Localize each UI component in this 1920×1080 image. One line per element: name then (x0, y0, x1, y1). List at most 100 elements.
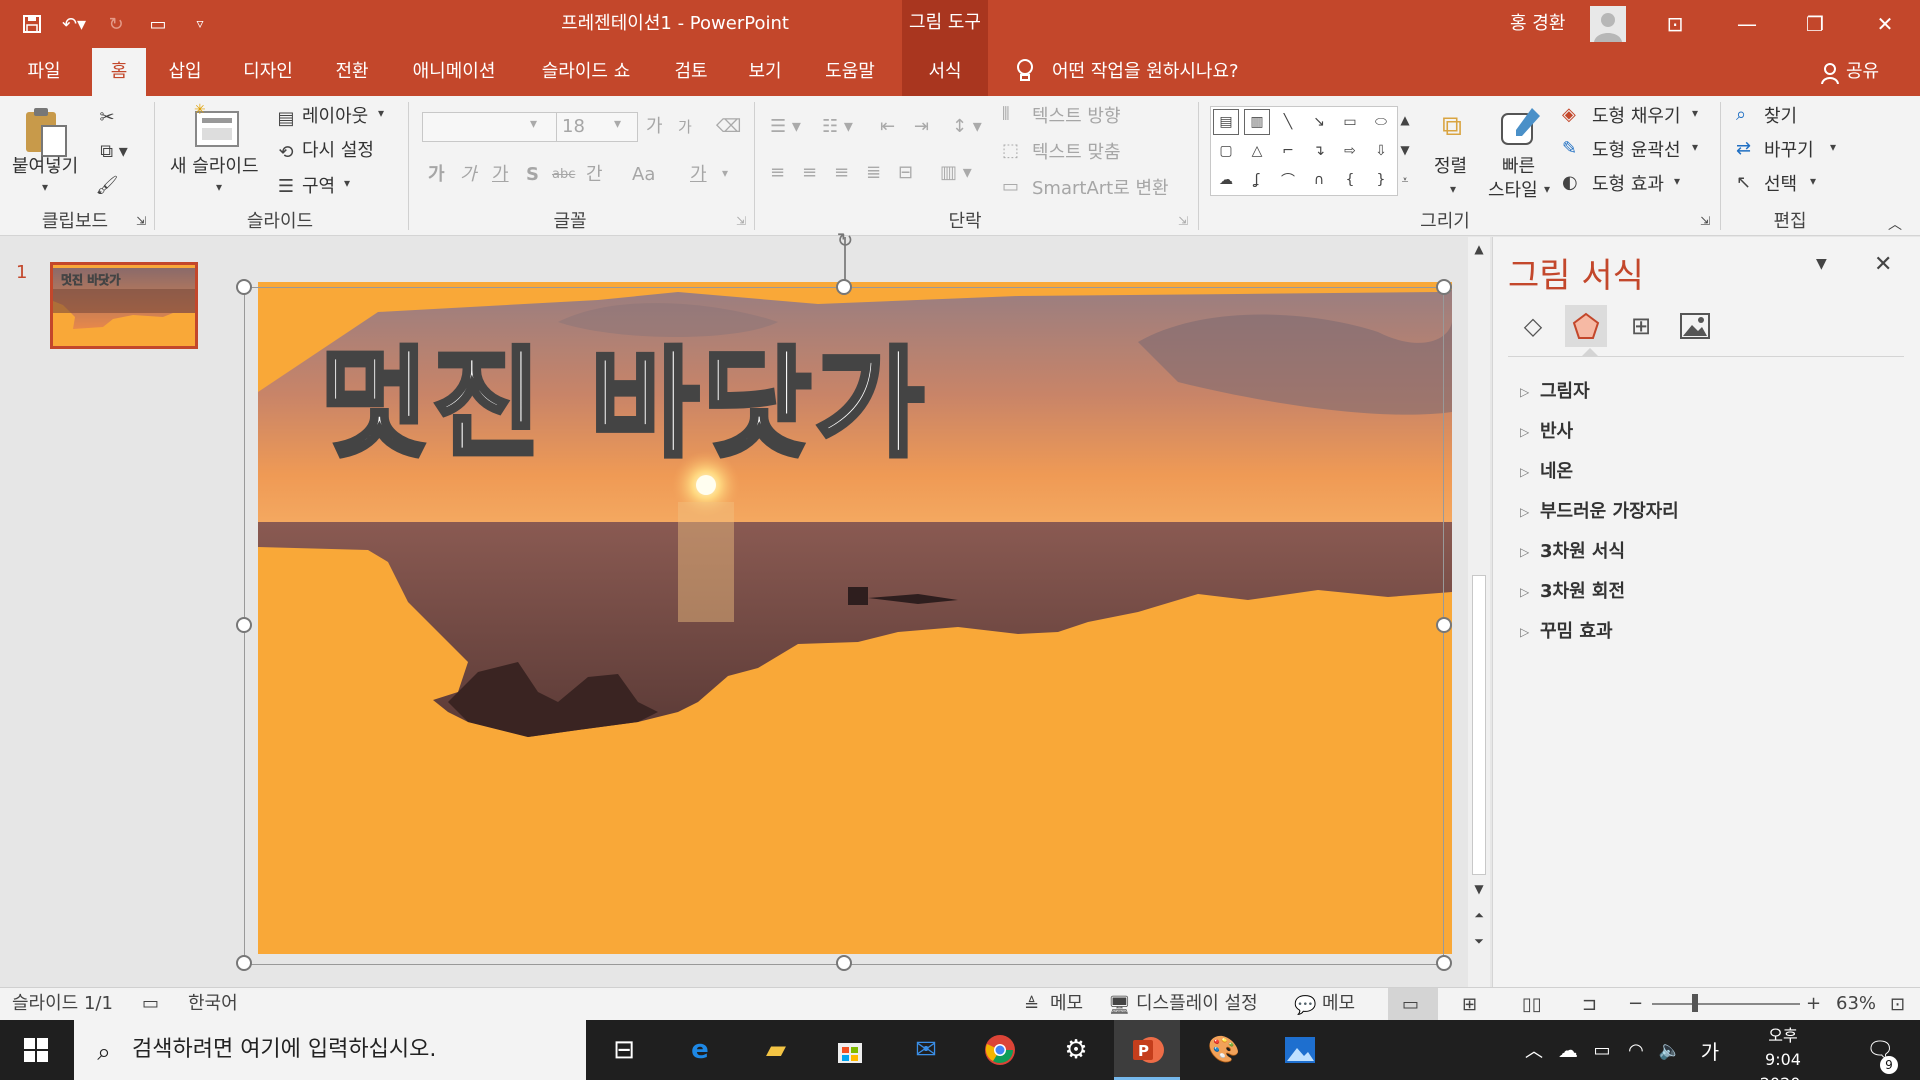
font-name-dropdown-icon[interactable]: ▾ (530, 116, 537, 132)
quick-styles-label-2[interactable]: 스타일 (1488, 178, 1538, 204)
clear-formatting-icon[interactable]: ⌫ (716, 116, 741, 137)
mail-icon[interactable]: ✉ (904, 1030, 948, 1070)
font-color-dropdown-icon[interactable]: ▾ (722, 166, 728, 180)
reset-icon[interactable]: ⟲ (274, 140, 298, 164)
resize-handle-bottom[interactable] (836, 955, 852, 971)
user-name[interactable]: 홍 경환 (1510, 0, 1565, 48)
size-properties-tab-icon[interactable]: ⊞ (1620, 305, 1662, 347)
start-from-beginning-icon[interactable]: ▭ (144, 10, 172, 38)
slideshow-view-icon[interactable]: ⊐ (1582, 994, 1597, 1015)
file-explorer-icon[interactable]: ▰ (754, 1030, 798, 1070)
collapse-ribbon-icon[interactable]: ︿ (1888, 214, 1902, 234)
underline-button[interactable]: 가 (492, 162, 509, 188)
slide-thumbnail[interactable]: 멋진 바닷가 (50, 262, 198, 349)
fill-line-tab-icon[interactable]: ◇ (1512, 305, 1554, 347)
section-button[interactable]: 구역 (302, 174, 335, 200)
language-status[interactable]: 한국어 (188, 987, 238, 1020)
customize-qat-icon[interactable]: ▿ (186, 10, 214, 38)
expand-arrow-icon[interactable]: ▷ (1520, 618, 1529, 646)
textbox-shape-icon[interactable]: ▤ (1213, 109, 1239, 135)
arc-shape-icon[interactable]: ⌒ (1275, 167, 1301, 193)
numbering-icon[interactable]: ☷ ▾ (822, 116, 853, 137)
change-case-button[interactable]: Aa (632, 162, 655, 188)
tab-slideshow[interactable]: 슬라이드 쇼 (524, 48, 648, 96)
ribbon-display-options-icon[interactable]: ⊡ (1640, 0, 1710, 48)
zoom-in-icon[interactable]: + (1806, 987, 1821, 1020)
resize-handle-bottom-left[interactable] (236, 955, 252, 971)
line-spacing-icon[interactable]: ↕ ▾ (952, 116, 982, 137)
section-dropdown-icon[interactable]: ▾ (344, 176, 350, 190)
taskbar-search-input[interactable]: 검색하려면 여기에 입력하십시오. (132, 1020, 436, 1080)
format-painter-icon[interactable]: 🖌 (94, 172, 120, 198)
oval-shape-icon[interactable]: ⬭ (1368, 109, 1394, 135)
scroll-down-icon[interactable]: ▼ (1470, 880, 1488, 898)
avatar[interactable] (1590, 6, 1626, 42)
bold-button[interactable]: 가 (428, 162, 445, 188)
scroll-thumb[interactable] (1472, 575, 1486, 875)
select-button[interactable]: 선택 (1764, 172, 1797, 198)
align-right-icon[interactable]: ≡ (834, 162, 849, 183)
zoom-level[interactable]: 63% (1836, 987, 1876, 1020)
resize-handle-bottom-right[interactable] (1436, 955, 1452, 971)
arrange-button[interactable]: 정렬 (1434, 154, 1467, 180)
tab-design[interactable]: 디자인 (228, 48, 308, 96)
find-icon[interactable]: ⌕ (1736, 104, 1746, 125)
zoom-slider-thumb[interactable] (1692, 994, 1698, 1012)
font-size-dropdown-icon[interactable]: ▾ (614, 116, 621, 132)
close-icon[interactable]: ✕ (1850, 0, 1920, 48)
shape-fill-dropdown-icon[interactable]: ▾ (1692, 106, 1698, 120)
shape-effects-icon[interactable]: ◐ (1562, 172, 1578, 193)
shape-effects-button[interactable]: 도형 효과 (1592, 172, 1664, 198)
resize-handle-top-right[interactable] (1436, 279, 1452, 295)
layout-dropdown-icon[interactable]: ▾ (378, 106, 384, 120)
increase-indent-icon[interactable]: ⇥ (914, 116, 929, 137)
select-cursor-icon[interactable]: ↖ (1736, 172, 1751, 193)
layout-button[interactable]: 레이아웃 (302, 104, 368, 130)
resize-handle-left[interactable] (236, 617, 252, 633)
previous-slide-icon[interactable]: ⏶ (1470, 906, 1488, 924)
taskbar-clock[interactable]: 오후 9:04 2020-07-21 (1748, 1024, 1818, 1080)
down-arrow-shape-icon[interactable]: ⇩ (1368, 138, 1394, 164)
left-brace-shape-icon[interactable]: { (1337, 167, 1363, 193)
shadow-button[interactable]: S (526, 162, 539, 188)
cut-icon[interactable]: ✂ (94, 104, 120, 130)
paste-icon[interactable] (18, 104, 78, 160)
ime-indicator[interactable]: 가 (1688, 1030, 1732, 1070)
grow-font-button[interactable]: 가 (646, 114, 663, 140)
font-name-combo[interactable] (422, 112, 558, 142)
paste-dropdown-icon[interactable]: ▾ (42, 180, 48, 194)
next-slide-icon[interactable]: ⏷ (1470, 932, 1488, 950)
resize-handle-right[interactable] (1436, 617, 1452, 633)
slide-sorter-icon[interactable]: ⊞ (1462, 994, 1477, 1015)
distributed-icon[interactable]: ⊟ (898, 162, 913, 183)
rounded-rect-shape-icon[interactable]: ▢ (1213, 138, 1239, 164)
paragraph-launcher-icon[interactable]: ⇲ (1178, 214, 1188, 228)
section-shadow[interactable]: 그림자 (1540, 378, 1590, 406)
new-slide-icon[interactable]: ✳ (190, 102, 244, 152)
right-arrow-shape-icon[interactable]: ⇨ (1337, 138, 1363, 164)
expand-arrow-icon[interactable]: ▷ (1520, 578, 1529, 606)
columns-icon[interactable]: ▥ ▾ (940, 162, 972, 183)
replace-button[interactable]: 바꾸기 (1764, 138, 1814, 164)
display-settings-icon[interactable]: 🖥 (1108, 995, 1131, 1016)
display-settings-button[interactable]: 디스플레이 설정 (1136, 987, 1258, 1020)
tab-picture-format[interactable]: 서식 (902, 48, 988, 96)
align-text-icon[interactable]: ⬚ (1002, 140, 1019, 161)
tab-view[interactable]: 보기 (734, 48, 796, 96)
expand-arrow-icon[interactable]: ▷ (1520, 498, 1529, 526)
effects-tab-icon[interactable] (1565, 305, 1607, 347)
text-direction-button[interactable]: 텍스트 방향 (1032, 104, 1121, 130)
replace-icon[interactable]: ⇄ (1736, 138, 1751, 159)
zoom-slider[interactable] (1652, 1003, 1800, 1005)
tab-animations[interactable]: 애니메이션 (398, 48, 510, 96)
freeform-shape-icon[interactable]: ☁ (1213, 167, 1239, 193)
rotate-handle-icon[interactable]: ↻ (830, 228, 860, 252)
photos-icon[interactable] (1278, 1030, 1322, 1070)
shape-effects-dropdown-icon[interactable]: ▾ (1674, 174, 1680, 188)
section-glow[interactable]: 네온 (1540, 458, 1573, 486)
paste-button[interactable]: 붙여넣기 (12, 154, 78, 180)
quick-styles-label-1[interactable]: 빠른 (1502, 154, 1535, 180)
resize-handle-top-left[interactable] (236, 279, 252, 295)
layout-icon[interactable]: ▤ (274, 106, 298, 130)
decrease-indent-icon[interactable]: ⇤ (880, 116, 895, 137)
